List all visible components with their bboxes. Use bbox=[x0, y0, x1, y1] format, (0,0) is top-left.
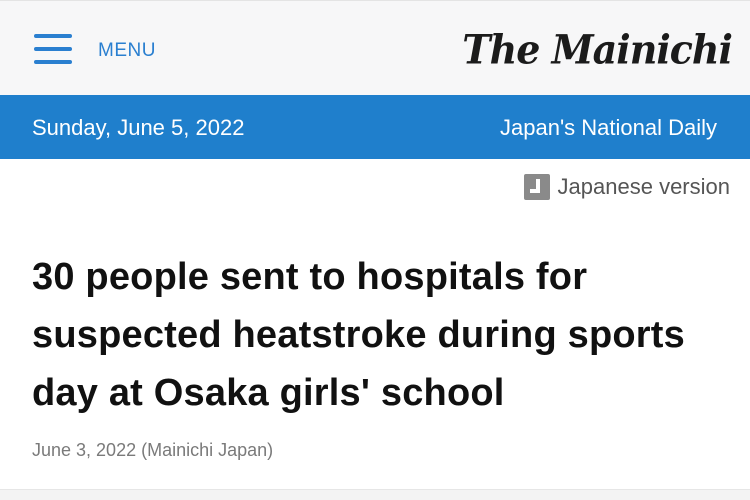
date-band: Sunday, June 5, 2022 Japan's National Da… bbox=[0, 95, 750, 159]
article-byline: June 3, 2022 (Mainichi Japan) bbox=[32, 440, 274, 460]
article-headline: 30 people sent to hospitals for suspecte… bbox=[32, 256, 685, 414]
menu-button[interactable]: MENU bbox=[34, 25, 156, 73]
current-date: Sunday, June 5, 2022 bbox=[32, 115, 245, 140]
site-logo[interactable]: The Mainichi bbox=[462, 26, 733, 73]
japanese-version-link[interactable]: Japanese version bbox=[523, 174, 730, 200]
hamburger-icon[interactable] bbox=[34, 34, 72, 64]
tagline: Japan's National Daily bbox=[500, 115, 717, 140]
page: MENU The Mainichi Sunday, June 5, 2022 J… bbox=[0, 0, 750, 500]
japanese-version-label[interactable]: Japanese version bbox=[558, 174, 730, 200]
site-header: MENU The Mainichi bbox=[0, 0, 750, 95]
menu-label[interactable]: MENU bbox=[98, 40, 156, 62]
divider bbox=[0, 489, 750, 500]
japanese-version-icon[interactable] bbox=[523, 174, 550, 200]
